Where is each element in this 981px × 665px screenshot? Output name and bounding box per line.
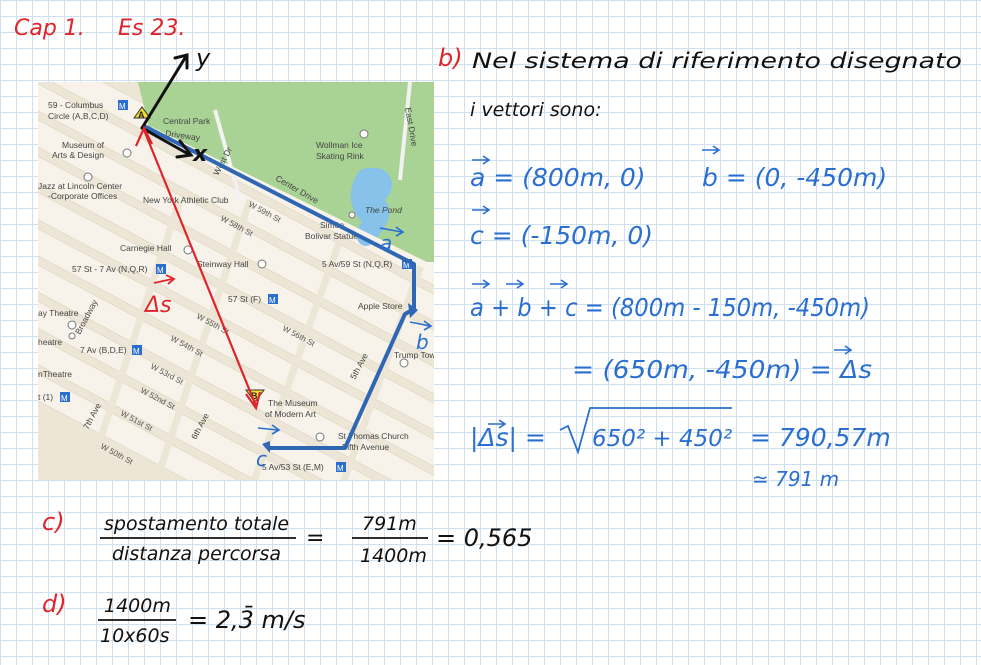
page-canvas: Cap 1. Es 23. 59 - Columbus Circle (A,B,…	[14, 16, 962, 647]
svg-text:5 Av/53 St (E,M): 5 Av/53 St (E,M)	[262, 462, 324, 472]
svg-text:The Pond: The Pond	[365, 205, 402, 215]
svg-text:Apple Store: Apple Store	[358, 301, 403, 311]
svg-text:5 Av/59 St (N,Q,R): 5 Av/59 St (N,Q,R)	[322, 259, 392, 269]
svg-text:Wollman Ice: Wollman Ice	[316, 140, 363, 150]
svg-text:Steinway Hall: Steinway Hall	[197, 259, 249, 269]
part-d-label: d)	[42, 590, 67, 618]
part-b-intro: Nel sistema di riferimento disegnato	[472, 49, 962, 73]
svg-text:t (1): t (1)	[38, 392, 53, 402]
vector-c-components: c = (-150m, 0)	[470, 221, 653, 250]
y-axis-label: y	[195, 44, 211, 72]
svg-text:M: M	[269, 296, 276, 305]
part-b-intro-2: i vettori sono:	[470, 99, 602, 121]
notebook-page: Cap 1. Es 23. 59 - Columbus Circle (A,B,…	[0, 0, 981, 665]
svg-text:M: M	[337, 464, 344, 473]
svg-text:59 - Columbus: 59 - Columbus	[48, 100, 103, 110]
modulus-approx: ≃ 791 m	[752, 467, 839, 491]
svg-text:57 St (F): 57 St (F)	[228, 294, 261, 304]
part-c-denominator-value: 1400m	[360, 545, 427, 567]
vector-a-map-label: a	[380, 231, 392, 255]
vector-sum: a + b + c = (800m - 150m, -450m)	[470, 293, 870, 322]
vector-c-map-label: c	[256, 447, 267, 471]
vector-a-components: a = (800m, 0)	[470, 163, 646, 192]
part-c-numerator-value: 791m	[362, 513, 417, 535]
svg-text:M: M	[133, 347, 140, 356]
part-d-denominator: 10x60s	[100, 625, 170, 647]
svg-text:Central Park: Central Park	[163, 116, 211, 126]
svg-text:nTheatre: nTheatre	[38, 369, 72, 379]
svg-text:Carnegie Hall: Carnegie Hall	[120, 243, 172, 253]
svg-text:M: M	[61, 394, 68, 403]
svg-text:A: A	[138, 110, 145, 120]
vector-b-components: b = (0, -450m)	[702, 163, 887, 192]
modulus-label: |Δs| =	[470, 423, 546, 452]
svg-text:Skating Rink: Skating Rink	[316, 151, 364, 161]
vector-sum-result: = (650m, -450m) = Δs	[572, 355, 872, 384]
exercise-label: Es 23.	[118, 16, 185, 41]
svg-text:7 Av (B,D,E): 7 Av (B,D,E)	[80, 345, 127, 355]
part-c-denominator: distanza percorsa	[112, 543, 281, 565]
city-map: 59 - Columbus Circle (A,B,C,D) Central P…	[38, 82, 434, 480]
svg-text:Arts & Design: Arts & Design	[52, 150, 104, 160]
svg-text:heatre: heatre	[38, 337, 62, 347]
part-c-numerator: spostamento totale	[104, 513, 289, 535]
part-c-result: = 0,565	[436, 524, 532, 552]
modulus-result: = 790,57m	[750, 423, 891, 452]
svg-text:Circle (A,B,C,D): Circle (A,B,C,D)	[48, 111, 109, 121]
svg-text:The Museum: The Museum	[268, 398, 318, 408]
svg-text:M: M	[119, 102, 126, 111]
svg-text:of Modern Art: of Modern Art	[265, 409, 317, 419]
svg-text:Museum of: Museum of	[62, 140, 105, 150]
part-d-numerator: 1400m	[104, 595, 171, 617]
svg-text:New York Athletic Club: New York Athletic Club	[143, 195, 229, 205]
svg-text:Jazz at Lincoln Center: Jazz at Lincoln Center	[38, 181, 122, 191]
part-d-result: = 2,3̄ m/s	[188, 605, 306, 634]
part-c-label: c)	[42, 508, 65, 536]
part-c-equals: =	[306, 526, 324, 551]
part-b-label: b)	[438, 44, 463, 72]
delta-s-map-label: Δs	[143, 293, 172, 318]
svg-text:57 St - 7 Av (N,Q,R): 57 St - 7 Av (N,Q,R)	[72, 264, 148, 274]
svg-text:M: M	[157, 266, 164, 275]
vector-b-map-label: b	[416, 330, 429, 354]
svg-text:ay Theatre: ay Theatre	[38, 308, 79, 318]
modulus-radicand: 650² + 450²	[592, 426, 732, 452]
x-axis-label: x	[192, 142, 208, 167]
svg-text:-Corporate Offices: -Corporate Offices	[48, 191, 117, 201]
chapter-label: Cap 1.	[14, 16, 85, 41]
